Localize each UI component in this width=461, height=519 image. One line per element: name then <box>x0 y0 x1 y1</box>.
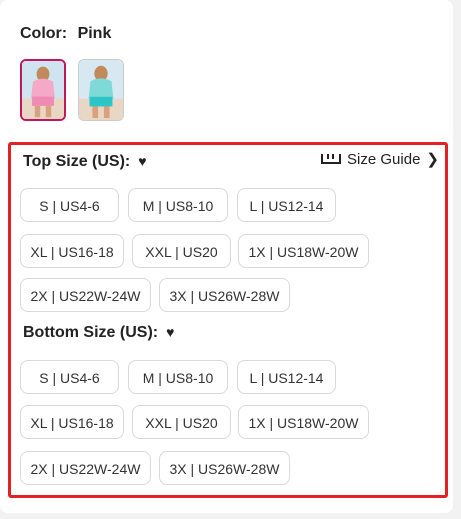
size-guide-label: Size Guide <box>347 150 421 168</box>
bottom-size-option-1x[interactable]: 1X | US18W-20W <box>238 405 369 439</box>
top-size-option-xxl[interactable]: XXL | US20 <box>132 234 231 268</box>
size-selection-highlight: Top Size (US): ♥ Size Guide ❯ S | US4-6 M… <box>8 142 448 498</box>
bottom-size-option-xl[interactable]: XL | US16-18 <box>20 405 124 439</box>
top-size-option-1x[interactable]: 1X | US18W-20W <box>238 234 369 268</box>
bottom-size-title: Bottom Size (US): <box>23 324 159 341</box>
heart-icon[interactable]: ♥ <box>138 153 146 169</box>
top-size-option-2x[interactable]: 2X | US22W-24W <box>20 278 151 312</box>
bottom-size-option-2x[interactable]: 2X | US22W-24W <box>20 451 151 485</box>
color-value: Pink <box>77 25 112 42</box>
heart-icon[interactable]: ♥ <box>166 324 174 340</box>
chevron-right-icon: ❯ <box>426 151 439 168</box>
top-size-option-xl[interactable]: XL | US16-18 <box>20 234 124 268</box>
bottom-size-option-m[interactable]: M | US8-10 <box>128 360 228 394</box>
top-size-option-s[interactable]: S | US4-6 <box>20 188 119 222</box>
top-size-title-row: Top Size (US): ♥ <box>23 153 147 171</box>
bottom-size-option-s[interactable]: S | US4-6 <box>20 360 119 394</box>
bottom-size-option-3x[interactable]: 3X | US26W-28W <box>159 451 290 485</box>
color-swatch-cyan[interactable] <box>78 59 124 121</box>
top-size-title: Top Size (US): <box>23 153 131 170</box>
color-swatch-pink[interactable] <box>20 59 66 121</box>
product-options-card: Color: Pink Top Size (US): ♥ Size Guide … <box>0 0 453 513</box>
color-label: Color: <box>20 25 68 42</box>
color-label-row: Color: Pink <box>20 25 111 43</box>
ruler-icon <box>321 154 342 164</box>
bottom-size-option-xxl[interactable]: XXL | US20 <box>132 405 231 439</box>
bottom-size-title-row: Bottom Size (US): ♥ <box>23 324 174 342</box>
top-size-option-l[interactable]: L | US12-14 <box>237 188 336 222</box>
size-guide-link[interactable]: Size Guide ❯ <box>321 150 439 168</box>
top-size-option-m[interactable]: M | US8-10 <box>128 188 228 222</box>
bottom-size-option-l[interactable]: L | US12-14 <box>237 360 336 394</box>
top-size-option-3x[interactable]: 3X | US26W-28W <box>159 278 290 312</box>
